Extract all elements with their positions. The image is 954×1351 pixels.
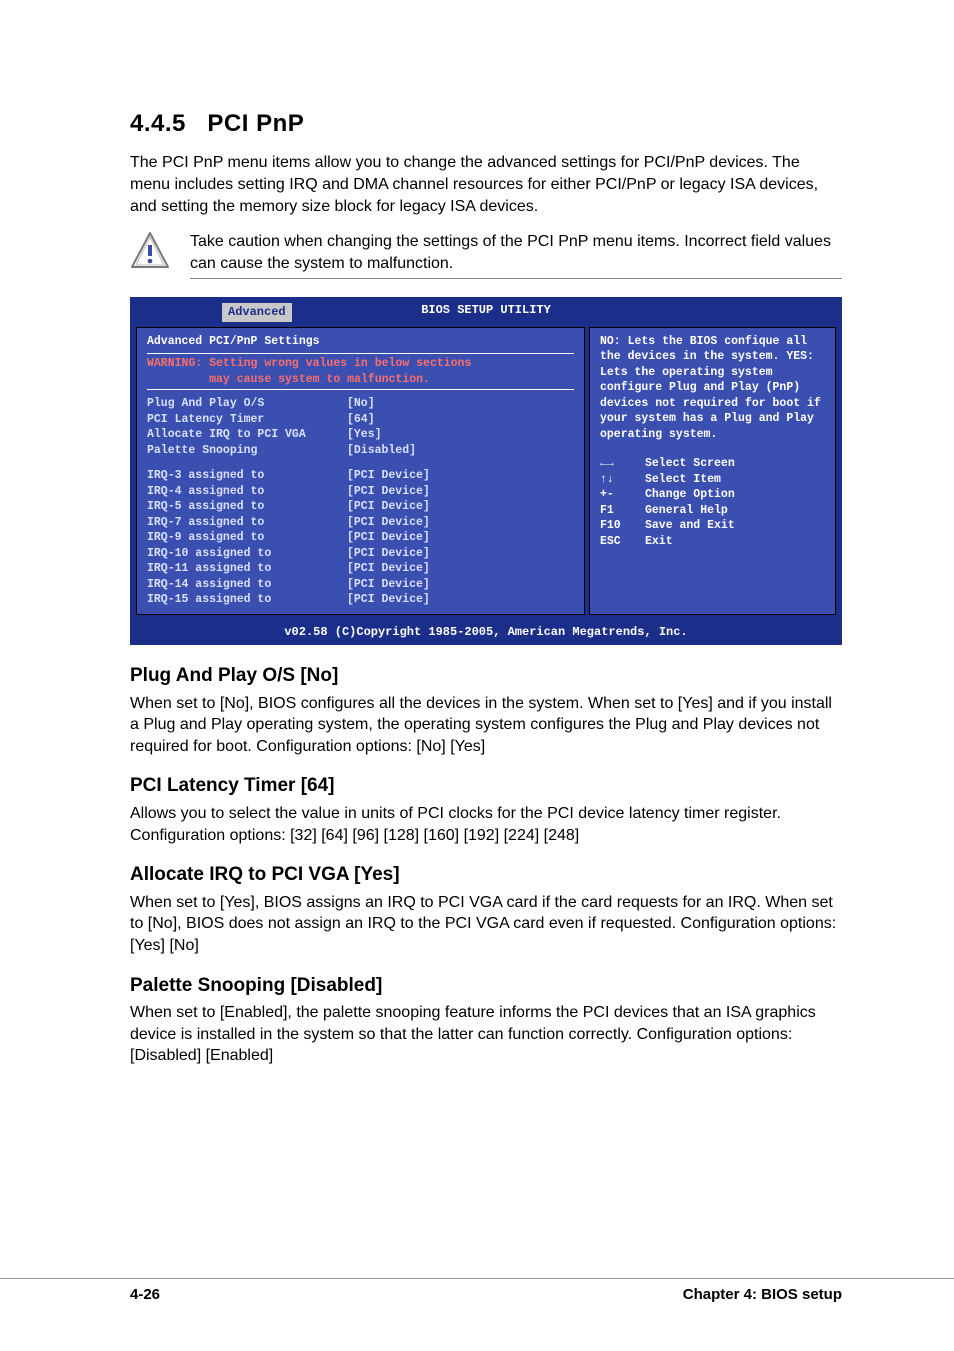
bios-setting-label: IRQ-7 assigned to — [147, 515, 347, 531]
bios-help-text: NO: Lets the BIOS confique all the devic… — [600, 334, 825, 443]
bios-nav-label: Change Option — [645, 487, 735, 503]
bios-nav-row: F10Save and Exit — [600, 518, 825, 534]
bios-setting-row: Allocate IRQ to PCI VGA[Yes] — [147, 427, 574, 443]
bios-nav-row: ↑↓Select Item — [600, 472, 825, 488]
bios-setting-label: IRQ-4 assigned to — [147, 484, 347, 500]
bios-nav-key: ESC — [600, 534, 645, 550]
bios-setting-value: [PCI Device] — [347, 546, 430, 562]
bios-setting-value: [PCI Device] — [347, 515, 430, 531]
bios-setting-label: Palette Snooping — [147, 443, 347, 459]
bios-setting-value: [PCI Device] — [347, 592, 430, 608]
bios-setting-value: [Yes] — [347, 427, 382, 443]
bios-title-bar: BIOS SETUP UTILITY Advanced — [130, 297, 842, 320]
bios-copyright: v02.58 (C)Copyright 1985-2005, American … — [130, 621, 842, 645]
caution-icon — [130, 231, 170, 278]
bios-nav-row: +-Change Option — [600, 487, 825, 503]
intro-paragraph: The PCI PnP menu items allow you to chan… — [130, 152, 842, 217]
bios-setting-label: IRQ-14 assigned to — [147, 577, 347, 593]
bios-setting-row: PCI Latency Timer[64] — [147, 412, 574, 428]
bios-nav-label: Select Screen — [645, 456, 735, 472]
bios-nav-label: Select Item — [645, 472, 721, 488]
bios-setting-label: PCI Latency Timer — [147, 412, 347, 428]
bios-setting-value: [PCI Device] — [347, 577, 430, 593]
bios-help-panel: NO: Lets the BIOS confique all the devic… — [589, 327, 836, 615]
subsection-heading: Allocate IRQ to PCI VGA [Yes] — [130, 862, 842, 888]
bios-nav-row: ←→Select Screen — [600, 456, 825, 472]
bios-setting-row: IRQ-4 assigned to[PCI Device] — [147, 484, 574, 500]
section-number: 4.4.5 — [130, 110, 186, 137]
bios-setting-value: [No] — [347, 396, 375, 412]
bios-setting-row: IRQ-9 assigned to[PCI Device] — [147, 530, 574, 546]
caution-block: Take caution when changing the settings … — [130, 231, 842, 279]
divider — [190, 278, 842, 279]
bios-warning: WARNING: Setting wrong values in below s… — [147, 353, 574, 390]
bios-setting-label: IRQ-9 assigned to — [147, 530, 347, 546]
bios-setting-row: IRQ-3 assigned to[PCI Device] — [147, 468, 574, 484]
bios-nav-row: ESCExit — [600, 534, 825, 550]
subsection-heading: PCI Latency Timer [64] — [130, 773, 842, 799]
bios-setting-label: IRQ-15 assigned to — [147, 592, 347, 608]
subsection-heading: Plug And Play O/S [No] — [130, 663, 842, 689]
subsection-body: When set to [Yes], BIOS assigns an IRQ t… — [130, 892, 842, 957]
bios-nav-label: General Help — [645, 503, 728, 519]
bios-setting-label: Allocate IRQ to PCI VGA — [147, 427, 347, 443]
bios-setting-value: [PCI Device] — [347, 530, 430, 546]
section-heading: 4.4.5 PCI PnP — [130, 108, 842, 140]
subsection-body: Allows you to select the value in units … — [130, 803, 842, 846]
bios-setting-label: Plug And Play O/S — [147, 396, 347, 412]
bios-setting-row: IRQ-5 assigned to[PCI Device] — [147, 499, 574, 515]
bios-setting-label: IRQ-3 assigned to — [147, 468, 347, 484]
caution-text: Take caution when changing the settings … — [190, 231, 842, 274]
bios-nav-key: ↑↓ — [600, 472, 645, 488]
subsection-body: When set to [No], BIOS configures all th… — [130, 693, 842, 758]
bios-setting-row: IRQ-11 assigned to[PCI Device] — [147, 561, 574, 577]
bios-nav-label: Save and Exit — [645, 518, 735, 534]
subsection-heading: Palette Snooping [Disabled] — [130, 973, 842, 999]
bios-setting-row: IRQ-15 assigned to[PCI Device] — [147, 592, 574, 608]
bios-nav-label: Exit — [645, 534, 673, 550]
bios-main-panel: Advanced PCI/PnP Settings WARNING: Setti… — [136, 327, 585, 615]
bios-setting-row: Palette Snooping[Disabled] — [147, 443, 574, 459]
bios-setting-value: [PCI Device] — [347, 561, 430, 577]
bios-nav-key: F10 — [600, 518, 645, 534]
bios-setting-value: [PCI Device] — [347, 468, 430, 484]
bios-title: BIOS SETUP UTILITY — [421, 303, 551, 317]
bios-setting-row: IRQ-10 assigned to[PCI Device] — [147, 546, 574, 562]
chapter-label: Chapter 4: BIOS setup — [683, 1285, 842, 1305]
bios-nav-row: F1General Help — [600, 503, 825, 519]
bios-active-tab: Advanced — [222, 303, 292, 321]
bios-nav-key: ←→ — [600, 456, 645, 472]
bios-setting-row: IRQ-14 assigned to[PCI Device] — [147, 577, 574, 593]
bios-screenshot: BIOS SETUP UTILITY Advanced Advanced PCI… — [130, 297, 842, 645]
bios-panel-heading: Advanced PCI/PnP Settings — [147, 334, 574, 350]
bios-setting-value: [PCI Device] — [347, 484, 430, 500]
bios-setting-label: IRQ-5 assigned to — [147, 499, 347, 515]
bios-nav-key: F1 — [600, 503, 645, 519]
bios-setting-value: [PCI Device] — [347, 499, 430, 515]
bios-setting-row: IRQ-7 assigned to[PCI Device] — [147, 515, 574, 531]
bios-setting-label: IRQ-10 assigned to — [147, 546, 347, 562]
subsection-body: When set to [Enabled], the palette snoop… — [130, 1002, 842, 1067]
bios-setting-row: Plug And Play O/S[No] — [147, 396, 574, 412]
section-title: PCI PnP — [207, 110, 304, 137]
bios-setting-value: [Disabled] — [347, 443, 416, 459]
page-number: 4-26 — [130, 1285, 160, 1305]
page-footer: 4-26 Chapter 4: BIOS setup — [0, 1278, 954, 1305]
bios-nav-key: +- — [600, 487, 645, 503]
bios-setting-label: IRQ-11 assigned to — [147, 561, 347, 577]
bios-setting-value: [64] — [347, 412, 375, 428]
